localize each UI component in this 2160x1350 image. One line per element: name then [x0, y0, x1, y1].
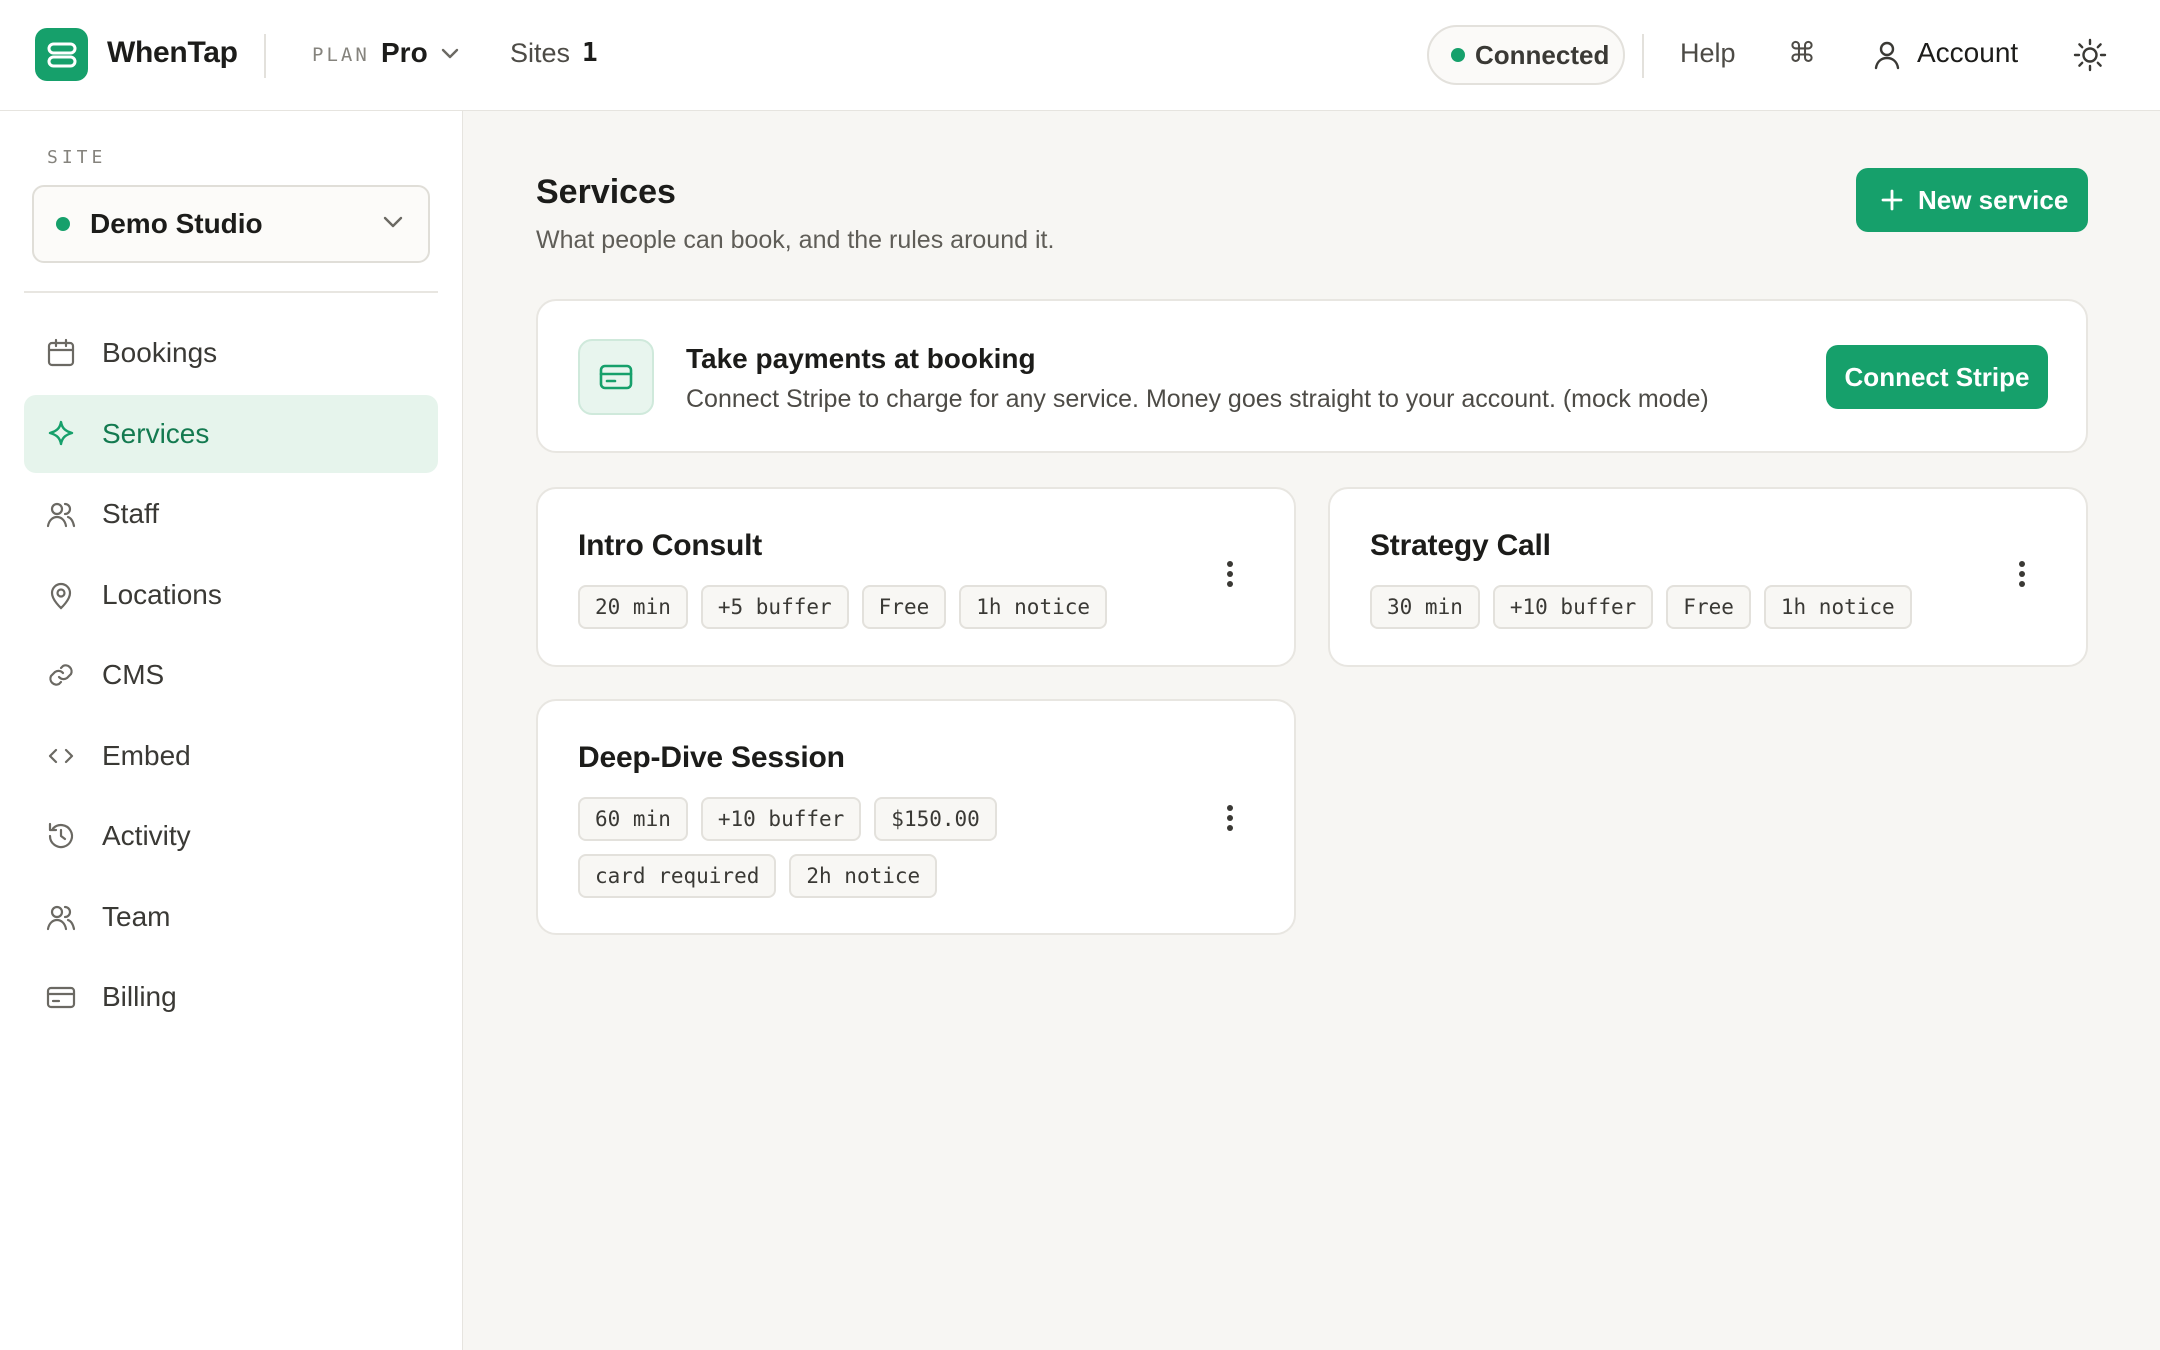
sparkle-icon	[44, 417, 78, 451]
sidebar-item-staff[interactable]: Staff	[24, 475, 438, 553]
site-name: Demo Studio	[90, 208, 263, 239]
sidebar-item-billing[interactable]: Billing	[24, 958, 438, 1036]
price-tag: Free	[861, 585, 947, 629]
page-title: Services	[536, 173, 676, 211]
price-tag: $150.00	[874, 797, 997, 841]
sidebar-item-locations[interactable]: Locations	[24, 556, 438, 634]
sidebar-item-label: Locations	[102, 578, 222, 610]
sidebar-item-activity[interactable]: Activity	[24, 797, 438, 875]
team-icon	[44, 900, 78, 934]
help-link[interactable]: Help	[1680, 38, 1736, 69]
more-options-icon[interactable]	[2018, 560, 2026, 588]
plan-label: PLAN	[312, 44, 370, 66]
buffer-tag: +10 buffer	[700, 797, 862, 841]
sidebar-item-cms[interactable]: CMS	[24, 636, 438, 714]
site-selector[interactable]: Demo Studio	[32, 185, 430, 263]
stripe-card-title: Take payments at booking	[686, 343, 1036, 374]
link-icon	[44, 658, 78, 692]
command-menu-icon[interactable]: ⌘	[1788, 36, 1816, 69]
stripe-payments-card: Take payments at booking Connect Stripe …	[536, 299, 2088, 453]
top-bar: WhenTap PLAN Pro Sites 1 Connected Help …	[0, 0, 2160, 111]
sidebar-item-label: Services	[102, 417, 210, 449]
notice-tag: 1h notice	[959, 585, 1108, 629]
credit-card-icon	[578, 339, 654, 415]
theme-toggle-sun-icon[interactable]	[2073, 38, 2107, 72]
history-icon	[44, 819, 78, 853]
service-card-intro-consult[interactable]: Intro Consult 20 min +5 buffer Free 1h n…	[536, 487, 1296, 667]
credit-card-icon	[44, 980, 78, 1014]
service-tags: 60 min +10 buffer $150.00 card required …	[578, 797, 1048, 898]
new-service-button[interactable]: New service	[1856, 168, 2088, 232]
plus-icon	[1880, 188, 1904, 212]
price-tag: Free	[1666, 585, 1751, 629]
service-name[interactable]: Intro Consult	[578, 529, 762, 563]
sites-label[interactable]: Sites	[510, 38, 570, 69]
sidebar-item-team[interactable]: Team	[24, 878, 438, 956]
app-logo-icon[interactable]	[35, 28, 88, 81]
card-required-tag: card required	[578, 854, 777, 898]
buffer-tag: +10 buffer	[1492, 585, 1654, 629]
service-name[interactable]: Deep-Dive Session	[578, 741, 845, 775]
sidebar-item-label: Bookings	[102, 337, 218, 368]
sidebar-item-label: Team	[102, 900, 171, 932]
connect-stripe-button[interactable]: Connect Stripe	[1826, 345, 2048, 409]
header-divider	[264, 34, 266, 78]
service-card-strategy-call[interactable]: Strategy Call 30 min +10 buffer Free 1h …	[1328, 487, 2088, 667]
page-subtitle: What people can book, and the rules arou…	[536, 226, 1055, 254]
stripe-card-description: Connect Stripe to charge for any service…	[686, 385, 1709, 413]
brand-name[interactable]: WhenTap	[107, 36, 238, 70]
duration-tag: 20 min	[578, 585, 688, 629]
chevron-down-icon[interactable]	[440, 46, 460, 60]
sidebar-item-label: CMS	[102, 659, 165, 690]
map-pin-icon	[44, 578, 78, 612]
code-icon	[44, 739, 78, 773]
sidebar-item-bookings[interactable]: Bookings	[24, 314, 438, 392]
sidebar-item-services[interactable]: Services	[24, 394, 438, 473]
header-divider	[1642, 34, 1644, 78]
sidebar-item-embed[interactable]: Embed	[24, 717, 438, 795]
service-tags: 30 min +10 buffer Free 1h notice	[1370, 585, 1970, 629]
new-service-label: New service	[1918, 184, 2069, 215]
sidebar-divider	[24, 291, 438, 293]
sidebar-item-label: Activity	[102, 820, 191, 851]
sites-count[interactable]: 1	[582, 38, 598, 68]
users-icon	[44, 497, 78, 531]
calendar-icon	[44, 336, 78, 370]
account-button[interactable]: Account	[1917, 37, 2018, 69]
notice-tag: 1h notice	[1763, 585, 1912, 629]
notice-tag: 2h notice	[789, 854, 938, 898]
duration-tag: 60 min	[578, 797, 688, 841]
service-name[interactable]: Strategy Call	[1370, 529, 1551, 563]
site-status-dot-icon	[56, 217, 70, 231]
plan-value[interactable]: Pro	[381, 37, 428, 69]
chevron-down-icon	[382, 215, 404, 229]
more-options-icon[interactable]	[1226, 560, 1234, 588]
status-dot-icon	[1451, 48, 1465, 62]
sidebar-item-label: Staff	[102, 498, 160, 529]
sidebar-item-label: Embed	[102, 739, 191, 771]
sidebar: SITE Demo Studio Bookings Services Staff	[0, 111, 463, 1350]
service-card-deep-dive-session[interactable]: Deep-Dive Session 60 min +10 buffer $150…	[536, 699, 1296, 935]
service-tags: 20 min +5 buffer Free 1h notice	[578, 585, 1178, 629]
sidebar-nav: Bookings Services Staff Locations CMS Em…	[24, 314, 438, 1039]
duration-tag: 30 min	[1370, 585, 1480, 629]
sidebar-item-label: Billing	[102, 981, 177, 1012]
site-label: SITE	[47, 147, 107, 168]
connection-status-text: Connected	[1475, 39, 1610, 70]
buffer-tag: +5 buffer	[700, 585, 849, 629]
more-options-icon[interactable]	[1226, 804, 1234, 832]
connection-status-badge[interactable]: Connected	[1427, 25, 1625, 85]
user-icon[interactable]	[1873, 40, 1901, 70]
